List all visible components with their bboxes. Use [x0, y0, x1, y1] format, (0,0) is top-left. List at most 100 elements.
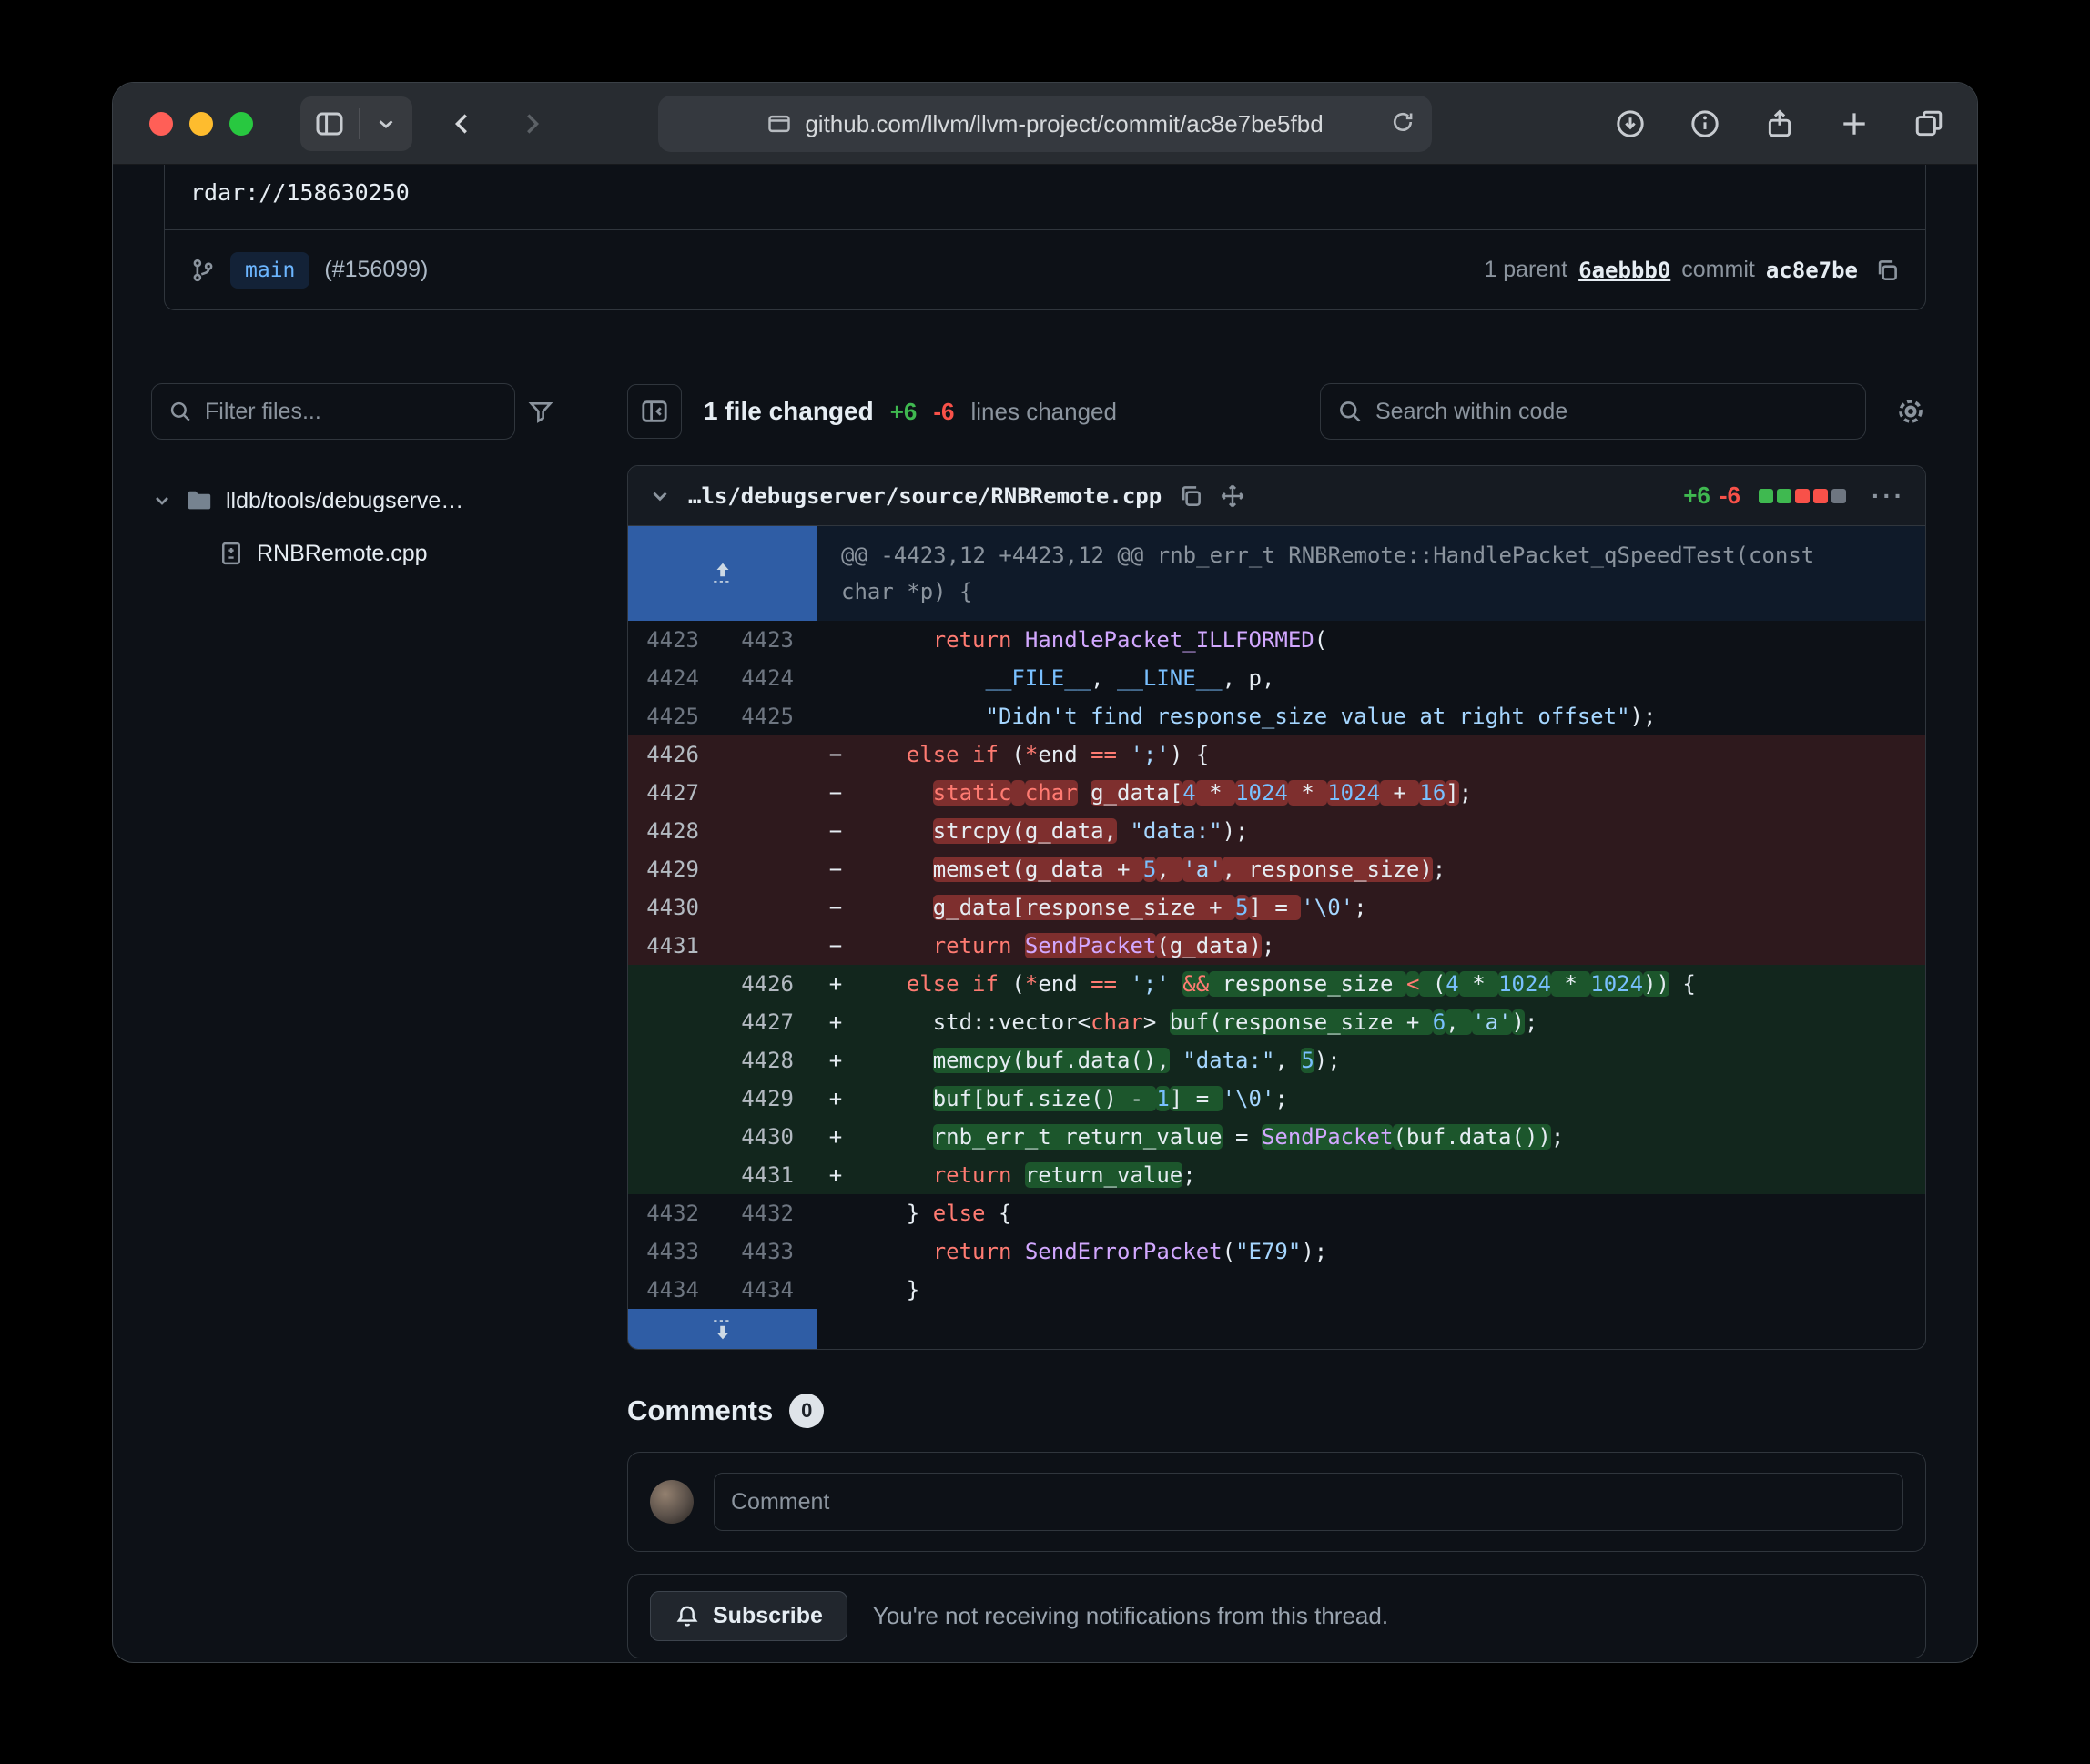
sidebar-menu-button[interactable] [360, 96, 412, 151]
subscribe-button[interactable]: Subscribe [650, 1591, 847, 1641]
tab-overview-button[interactable] [1913, 108, 1944, 139]
copy-sha-icon[interactable] [1874, 258, 1900, 283]
move-handle-icon[interactable] [1220, 483, 1245, 509]
filter-files-input[interactable] [205, 399, 498, 425]
new-line-number[interactable]: 4425 [723, 697, 817, 735]
forward-button[interactable] [518, 110, 545, 137]
diff-line: 4430+ rnb_err_t return_value = SendPacke… [628, 1118, 1925, 1156]
diff-line: 4426+ else if (*end == ';' && response_s… [628, 965, 1925, 1003]
branch-link[interactable]: main [230, 252, 309, 289]
diff-line: 4428+ memcpy(buf.data(), "data:", 5); [628, 1041, 1925, 1080]
chevron-down-icon[interactable] [648, 484, 672, 508]
diff-line: 44344434 } [628, 1271, 1925, 1309]
files-changed-label: 1 file changed [704, 397, 874, 426]
new-line-number[interactable]: 4429 [723, 1080, 817, 1118]
old-line-number[interactable]: 4432 [628, 1194, 723, 1232]
zoom-window-button[interactable] [229, 112, 253, 136]
close-window-button[interactable] [149, 112, 173, 136]
old-line-number[interactable] [628, 1003, 723, 1041]
new-line-number[interactable]: 4433 [723, 1232, 817, 1271]
folder-label: lldb/tools/debugserve… [226, 488, 463, 514]
diff-blocks [1759, 489, 1846, 503]
diff-line: 4431 − return SendPacket(g_data); [628, 927, 1925, 965]
old-line-number[interactable]: 4429 [628, 850, 723, 888]
old-line-number[interactable]: 4431 [628, 927, 723, 965]
kebab-menu-icon[interactable]: ··· [1872, 482, 1905, 511]
copy-path-icon[interactable] [1178, 483, 1203, 509]
search-within-code-input[interactable] [1375, 399, 1849, 425]
tree-folder-row[interactable]: lldb/tools/debugserve… [151, 474, 546, 527]
new-line-number[interactable] [723, 735, 817, 774]
new-line-number[interactable]: 4431 [723, 1156, 817, 1194]
new-line-number[interactable]: 4424 [723, 659, 817, 697]
site-icon [766, 111, 792, 137]
diff-marker [817, 697, 854, 735]
reload-button[interactable] [1390, 109, 1415, 135]
folder-icon [186, 487, 213, 514]
share-button[interactable] [1764, 108, 1795, 139]
parent-sha-link[interactable]: 6aebbb0 [1578, 258, 1670, 283]
new-line-number[interactable]: 4423 [723, 621, 817, 659]
expand-down-button[interactable] [628, 1309, 817, 1349]
old-line-number[interactable] [628, 965, 723, 1003]
new-line-number[interactable]: 4427 [723, 1003, 817, 1041]
toggle-sidebar-button[interactable] [300, 96, 359, 151]
old-line-number[interactable] [628, 1080, 723, 1118]
comment-field [714, 1473, 1903, 1531]
diff-marker: − [817, 888, 854, 927]
new-line-number[interactable]: 4426 [723, 965, 817, 1003]
new-line-number[interactable] [723, 927, 817, 965]
new-line-number[interactable]: 4432 [723, 1194, 817, 1232]
old-line-number[interactable]: 4433 [628, 1232, 723, 1271]
address-bar[interactable]: github.com/llvm/llvm-project/commit/ac8e… [658, 96, 1432, 152]
comments-count-badge: 0 [789, 1394, 824, 1428]
new-line-number[interactable]: 4430 [723, 1118, 817, 1156]
file-deletions: -6 [1720, 482, 1740, 510]
new-line-number[interactable]: 4428 [723, 1041, 817, 1080]
info-button[interactable] [1689, 108, 1720, 139]
new-line-number[interactable] [723, 812, 817, 850]
diff-code: − memset(g_data + 5, 'a', response_size)… [817, 850, 1925, 888]
diff-filename-link[interactable]: …ls/debugserver/source/RNBRemote.cpp [688, 483, 1162, 509]
old-line-number[interactable]: 4426 [628, 735, 723, 774]
new-line-number[interactable] [723, 888, 817, 927]
new-line-number[interactable] [723, 850, 817, 888]
new-tab-button[interactable] [1839, 108, 1870, 139]
collapse-file-tree-button[interactable] [627, 384, 682, 439]
back-button[interactable] [449, 110, 476, 137]
old-line-number[interactable]: 4424 [628, 659, 723, 697]
expand-up-button[interactable] [628, 526, 817, 621]
diff-marker [817, 1194, 854, 1232]
diff-table: @@ -4423,12 +4423,12 @@ rnb_err_t RNBRem… [628, 526, 1925, 1349]
new-line-number[interactable]: 4434 [723, 1271, 817, 1309]
browser-window: github.com/llvm/llvm-project/commit/ac8e… [112, 82, 1978, 1663]
old-line-number[interactable]: 4434 [628, 1271, 723, 1309]
old-line-number[interactable]: 4425 [628, 697, 723, 735]
commit-sha: ac8e7be [1766, 258, 1858, 283]
pull-request-link[interactable]: (#156099) [324, 257, 428, 283]
comment-compose-card [627, 1452, 1926, 1552]
diff-code: − return SendPacket(g_data); [817, 927, 1925, 965]
old-line-number[interactable]: 4428 [628, 812, 723, 850]
old-line-number[interactable]: 4427 [628, 774, 723, 812]
github-commit-page: rdar://158630250 main (#156099) 1 parent… [113, 165, 1977, 1662]
file-filter-button[interactable] [528, 385, 553, 438]
search-within-code-field [1320, 383, 1866, 440]
deletions-count: -6 [933, 398, 954, 426]
tree-file-row[interactable]: RNBRemote.cpp [151, 527, 546, 580]
old-line-number[interactable] [628, 1118, 723, 1156]
diff-marker [817, 659, 854, 697]
diff-block-add [1759, 489, 1773, 503]
old-line-number[interactable]: 4423 [628, 621, 723, 659]
minimize-window-button[interactable] [189, 112, 213, 136]
comment-input[interactable] [731, 1489, 1886, 1516]
old-line-number[interactable]: 4430 [628, 888, 723, 927]
diff-line: 44234423 return HandlePacket_ILLFORMED( [628, 621, 1925, 659]
old-line-number[interactable] [628, 1156, 723, 1194]
downloads-button[interactable] [1615, 108, 1646, 139]
old-line-number[interactable] [628, 1041, 723, 1080]
new-line-number[interactable] [723, 774, 817, 812]
diff-settings-button[interactable] [1895, 396, 1926, 427]
diff-line: 44254425 "Didn't find response_size valu… [628, 697, 1925, 735]
diff-marker: − [817, 850, 854, 888]
